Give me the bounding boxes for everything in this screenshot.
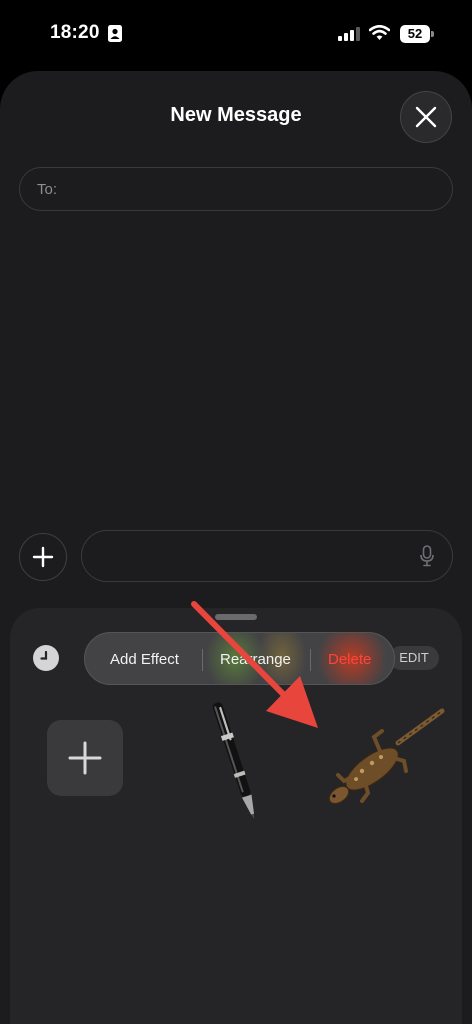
rearrange-menu-item[interactable]: Rearrange [220,651,291,668]
status-time: 18:20 [50,22,100,43]
menu-divider [202,649,203,671]
status-bar: 18:20 52 [0,0,472,70]
apps-plus-button[interactable] [19,533,67,581]
gecko-sticker[interactable] [320,705,450,815]
drag-handle[interactable] [215,614,257,620]
plus-icon [68,741,102,775]
add-sticker-button[interactable] [47,720,123,796]
menu-divider [310,649,311,671]
close-icon [415,106,437,128]
to-field[interactable]: To: [19,167,453,211]
plus-icon [32,546,54,568]
wifi-icon [369,25,390,40]
close-button[interactable] [400,91,452,143]
battery-nub [431,31,434,37]
sticker-context-menu: Add Effect Rearrange Delete [84,632,395,685]
cellular-signal-icon [338,27,360,41]
battery-indicator: 52 [400,25,430,43]
edit-button[interactable]: EDIT [389,646,439,670]
message-input[interactable] [81,530,453,582]
delete-menu-item[interactable]: Delete [328,651,371,668]
contact-card-icon [108,25,122,42]
microphone-icon[interactable] [420,545,434,567]
recents-clock-icon[interactable] [33,645,59,671]
add-effect-menu-item[interactable]: Add Effect [110,651,179,668]
pen-sticker[interactable] [205,695,265,825]
to-label: To: [37,181,58,198]
